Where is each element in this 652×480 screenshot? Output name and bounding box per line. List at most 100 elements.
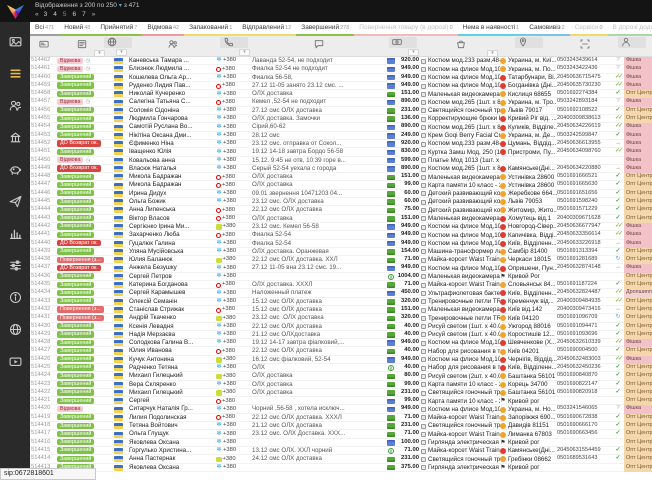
order-row[interactable]: 514431Повернення (з...Андрій Ткаченко+38…	[30, 314, 652, 322]
tab-way-home[interactable]: В дорозі додому0	[608, 22, 652, 36]
order-row[interactable]: 514440ДО Возврат ок.Гуцалюк Галина✻+380Ф…	[30, 240, 652, 248]
order-row[interactable]: 514426ЗавершенийКучук Антонина+38016.12 …	[30, 356, 652, 364]
order-row[interactable]: 514424ЗавершенийМихаил Гилецький+380ОЛХ …	[30, 372, 652, 380]
column-comment[interactable]	[252, 36, 385, 57]
dashboard-icon[interactable]	[0, 28, 30, 54]
order-row[interactable]: 514432Повернення (з...Станіслав Стрижак+…	[30, 306, 652, 314]
order-row[interactable]: 514422ЗавершенийМихаил Гилецький+380ОЛХ …	[30, 389, 652, 397]
order-row[interactable]: 514415ЗавершенийГоргулько Христина...✻+3…	[30, 447, 652, 455]
client-phone: +380	[216, 231, 252, 239]
orders-list-icon[interactable]	[0, 60, 30, 86]
clients-icon[interactable]	[0, 92, 30, 118]
order-row[interactable]: 514433ЗавершенийОлексій Семанін✻+38015.1…	[30, 298, 652, 306]
column-phone[interactable]: ▾	[216, 36, 252, 57]
order-row[interactable]: 514437ДО Возврат ок.Анжела Безушку✻+3802…	[30, 264, 652, 272]
order-row[interactable]: 514420ВідмоваСитарчук Наталія Гр...✻+380…	[30, 405, 652, 413]
order-row[interactable]: 514428ЗавершенийСолодкова Галина В...✻+3…	[30, 339, 652, 347]
column-product[interactable]: ▾	[421, 36, 500, 57]
column-address[interactable]	[500, 36, 557, 57]
order-row[interactable]: 514430ЗавершенийКсенія Левадня✻+38022.12…	[30, 323, 652, 331]
column-manager[interactable]	[612, 36, 652, 57]
order-row[interactable]: 514442ЗавершенийСергієнко Ірина Ми...+38…	[30, 223, 652, 231]
order-row[interactable]: 514455ЗавершенийЛюдмила Гончарова✻+380ОЛ…	[30, 115, 652, 123]
order-row[interactable]: 514439ЗавершенийУляна Мусійовська✻+380ОЛ…	[30, 248, 652, 256]
column-country-filter[interactable]: ▾	[116, 49, 127, 56]
column-id[interactable]	[30, 36, 57, 57]
order-row[interactable]: 514423ЗавершенийВера Скляренко✻+380ОЛХ д…	[30, 381, 652, 389]
tab-services[interactable]: Сервіси0	[570, 22, 608, 36]
order-row[interactable]: 514459ЗавершенийРуденко Лидия Пав...+380…	[30, 82, 652, 90]
order-row[interactable]: 514462Відмова◷Каневська Тамара ...✻+380Л…	[30, 57, 652, 65]
page-button-4[interactable]: 4	[53, 11, 57, 18]
order-row[interactable]: 514460ЗавершенийКошелева Ольга Ар...✻+38…	[30, 74, 652, 82]
tab-new[interactable]: Новий48	[59, 22, 95, 36]
page-size-caret-icon[interactable]: ▾	[117, 3, 124, 9]
column-payment-filter[interactable]: ▾	[408, 49, 419, 56]
column-status-filter[interactable]: ▾	[94, 50, 105, 57]
order-row[interactable]: 514450Відмова◷Ковальова анна✻+38015.12. …	[30, 157, 652, 165]
first-page-button[interactable]: «	[35, 11, 38, 18]
order-row[interactable]: 514448ЗавершенийМикола Бадражан+380ОЛХ д…	[30, 173, 652, 181]
page-button-6[interactable]: 6	[73, 11, 77, 18]
tab-out-of-stock[interactable]: Нема в наявності1	[458, 22, 525, 36]
globe-icon[interactable]	[0, 316, 30, 342]
column-client[interactable]	[129, 36, 216, 57]
send-campaign-icon[interactable]	[0, 188, 30, 214]
tab-sent[interactable]: Відправлений12	[237, 22, 296, 36]
tab-all[interactable]: Всі471	[30, 22, 59, 36]
tab-return-transit[interactable]: Повернення товару (в дорозі)0	[354, 22, 457, 36]
order-row[interactable]: 514461Відмова◷Близнюк Людмила ...+380Фиа…	[30, 65, 652, 73]
order-row[interactable]: 514416ЗавершенийЯковлева Оксана✻+380100.…	[30, 439, 652, 447]
order-row[interactable]: 514457Відмова◷Салегіна Татьяна С...+380К…	[30, 98, 652, 106]
order-row[interactable]: 514443ЗавершенийВіктор Власов+380ОЛХ дос…	[30, 215, 652, 223]
tab-accepted[interactable]: Прийнятий7	[95, 22, 142, 36]
order-row[interactable]: 514438Повернення (з...Юлия Баланюк+38022…	[30, 256, 652, 264]
order-row[interactable]: 514451ЗавершенийІващенко Юлія✻+38019.12 …	[30, 148, 652, 156]
last-page-button[interactable]: »	[92, 11, 95, 18]
column-product-filter[interactable]: ▾	[487, 50, 498, 57]
order-row[interactable]: 514421ЗавершенийСергей+38099.00Карта пам…	[30, 397, 652, 405]
order-row[interactable]: 514425ЗавершенийРадченко Тетяна✻+380ОЛХ₴…	[30, 364, 652, 372]
page-button-5[interactable]: 5	[63, 11, 67, 18]
finance-piggy-icon[interactable]	[0, 156, 30, 182]
order-row[interactable]: 514453ЗавершенийНікітіна Оксана Дми...✻+…	[30, 132, 652, 140]
order-row[interactable]: 514434ЗавершенийСергей Карамышев✻+380Нал…	[30, 289, 652, 297]
order-row[interactable]: 514449ДО Возврат ок.Власюк Наталья✻+380С…	[30, 165, 652, 173]
order-row[interactable]: 514454ЗавершенийСамотій Руслана Во...✻+3…	[30, 123, 652, 131]
order-row[interactable]: 514441ЗавершенийЗахарченко Люба+380Фиалк…	[30, 231, 652, 239]
video-icon[interactable]	[0, 348, 30, 374]
order-row[interactable]: 514418ЗавершенийТетяна Войтович✻+38021.1…	[30, 422, 652, 430]
order-row[interactable]: 514419ЗавершенийЛилия Подолинская+38022.…	[30, 414, 652, 422]
order-row[interactable]: 514456ЗавершенийСоломія Сідоніна✻+38027.…	[30, 107, 652, 115]
column-payment[interactable]: ▾	[385, 36, 421, 57]
order-row[interactable]: 514413ЗавершенийЯковлева Оксана✻+380375.…	[30, 464, 652, 472]
order-row[interactable]: 514414ЗавершенийАнна Пастернак+38024.12 …	[30, 455, 652, 463]
settings-sliders-icon[interactable]	[0, 252, 30, 278]
column-phone-filter[interactable]: ▾	[239, 49, 250, 56]
order-row[interactable]: 514417ЗавершенийОльга Глущук✻+38023.12 с…	[30, 430, 652, 438]
page-button-3[interactable]: 3	[44, 11, 48, 18]
order-row[interactable]: 514446ЗавершенийИрина Дидух✻+38009.01 зв…	[30, 190, 652, 198]
tab-packed[interactable]: Запакований1	[184, 22, 237, 36]
column-status[interactable]: ▾	[57, 36, 107, 57]
order-row[interactable]: 514447ЗавершенийМикола Бадражан+380ОЛХ д…	[30, 181, 652, 189]
tab-done[interactable]: Завершений278	[296, 22, 354, 36]
order-row[interactable]: 514444ЗавершенийАнна Липенська+38022.12 …	[30, 206, 652, 214]
tab-pickup[interactable]: Самовивіз2	[524, 22, 570, 36]
page-button-7[interactable]: 7	[82, 11, 86, 18]
order-row[interactable]: 514445ЗавершенийОльга Божик✻+38023.12 см…	[30, 198, 652, 206]
phone-number: +380	[222, 66, 235, 74]
order-row[interactable]: 514427ЗавершенийЮлия Иванова+38022.12 см…	[30, 347, 652, 355]
order-row[interactable]: 514458ЗавершенийНиколай Кучеренко✻+380ОЛ…	[30, 90, 652, 98]
column-country[interactable]: ▾	[107, 36, 129, 57]
tab-refused[interactable]: Відмова42	[142, 22, 184, 36]
order-row[interactable]: 514436ЗавершенийСергей Петров✻+380₴1004.…	[30, 273, 652, 281]
order-row[interactable]: 514429ЗавершенийНадія Мерзаєва✻+38021.12…	[30, 331, 652, 339]
column-tracking[interactable]	[557, 36, 612, 57]
order-row[interactable]: 514435ЗавершенийКатерина Богданова+380ОЛ…	[30, 281, 652, 289]
order-row[interactable]: 514452ДО Возврат ок.Єфименко Ніна✻+38023…	[30, 140, 652, 148]
statistics-icon[interactable]	[0, 220, 30, 246]
order-comment: ОЛХ доставка. Замочки	[252, 115, 385, 123]
bank-icon[interactable]	[0, 124, 30, 150]
info-icon[interactable]	[0, 284, 30, 310]
